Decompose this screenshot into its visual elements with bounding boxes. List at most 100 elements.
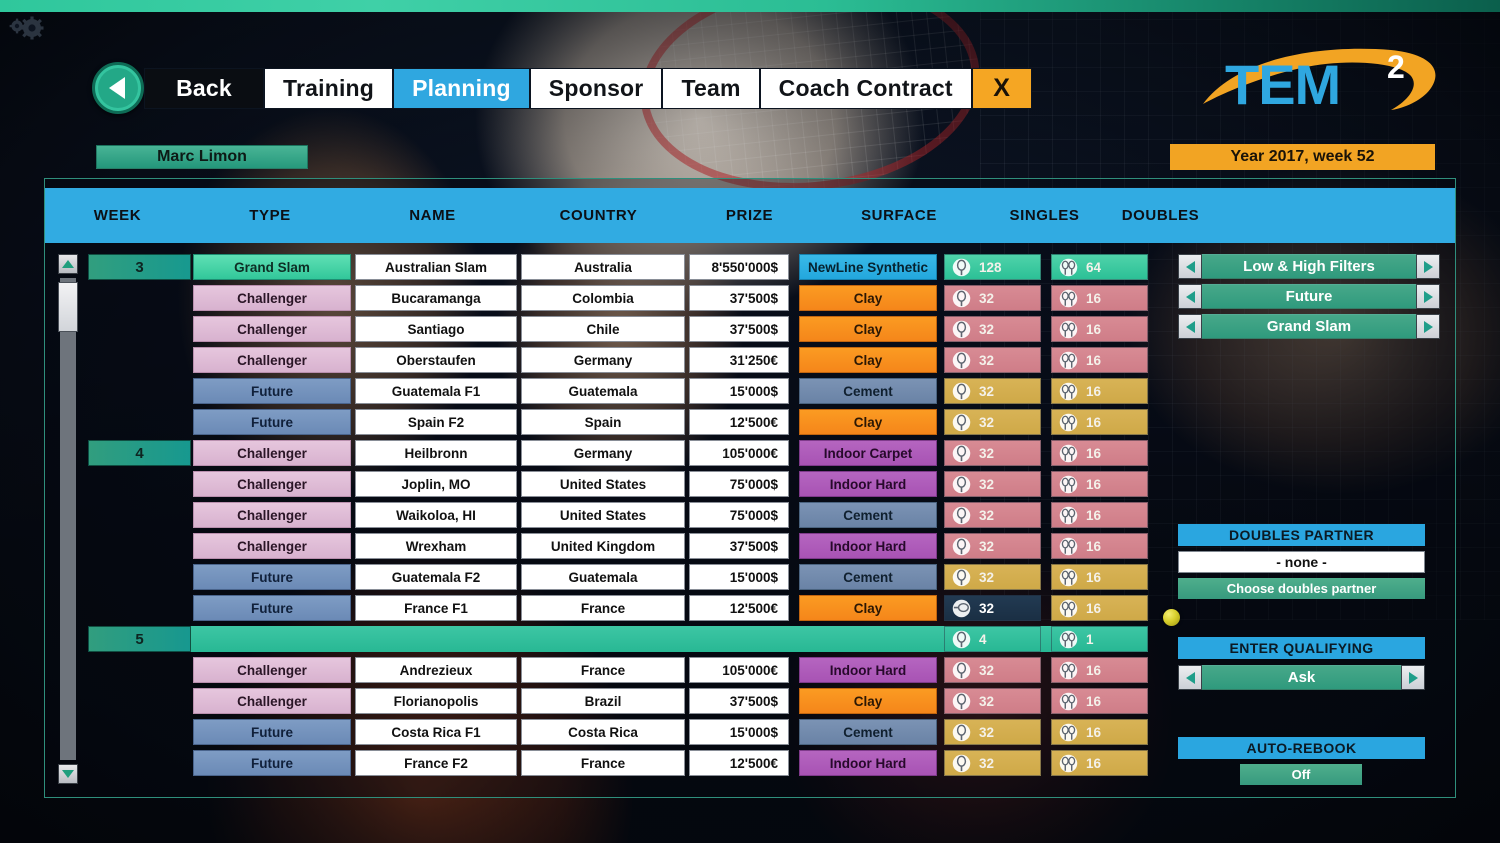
table-row[interactable]: Future Spain F2 Spain 12'500€ Clay 32 16 (88, 409, 1148, 435)
table-row[interactable]: Future Guatemala F1 Guatemala 15'000$ Cement… (88, 378, 1148, 404)
cell-name[interactable]: Florianopolis (355, 688, 517, 714)
table-row[interactable]: Future Guatemala F2 Guatemala 15'000$ Cement… (88, 564, 1148, 590)
tab-coach-contract[interactable]: Coach Contract (759, 68, 972, 109)
cell-type[interactable]: Challenger (193, 688, 351, 714)
cell-singles[interactable]: 32 (944, 719, 1041, 745)
tab-sponsor[interactable]: Sponsor (529, 68, 663, 109)
cell-name[interactable]: Heilbronn (355, 440, 517, 466)
cell-type[interactable]: Future (193, 595, 351, 621)
cell-singles[interactable]: 32 (944, 285, 1041, 311)
cell-singles[interactable]: 128 (944, 254, 1041, 280)
cell-type[interactable]: Grand Slam (193, 254, 351, 280)
cell-name[interactable]: Spain F2 (355, 409, 517, 435)
table-scrollbar[interactable] (58, 254, 78, 784)
table-row[interactable]: Challenger Florianopolis Brazil 37'500$ Clay… (88, 688, 1148, 714)
cell-name[interactable]: Oberstaufen (355, 347, 517, 373)
cell-doubles[interactable]: 16 (1051, 595, 1148, 621)
cell-doubles[interactable]: 16 (1051, 378, 1148, 404)
tab-team[interactable]: Team (662, 68, 760, 109)
cell-type[interactable]: Future (193, 750, 351, 776)
enter-qualifying-prev[interactable] (1178, 665, 1202, 690)
gears-icon[interactable] (8, 14, 48, 42)
cell-doubles[interactable]: 16 (1051, 440, 1148, 466)
scroll-down-button[interactable] (58, 764, 78, 784)
filter-low-high-next[interactable] (1416, 254, 1440, 279)
tab-planning[interactable]: Planning (393, 68, 530, 109)
doubles-partner-value[interactable]: - none - (1178, 551, 1425, 573)
cell-singles[interactable]: 32 (944, 750, 1041, 776)
scroll-up-button[interactable] (58, 254, 78, 274)
cell-doubles[interactable]: 16 (1051, 688, 1148, 714)
cell-singles[interactable]: 32 (944, 409, 1041, 435)
cell-name[interactable]: Costa Rica F1 (355, 719, 517, 745)
filter-low-high[interactable]: Low & High Filters (1178, 254, 1440, 279)
cell-type[interactable]: Challenger (193, 440, 351, 466)
cell-singles[interactable]: 32 (944, 347, 1041, 373)
cell-type[interactable]: Future (193, 564, 351, 590)
filter-grand-slam[interactable]: Grand Slam (1178, 314, 1440, 339)
cell-name[interactable]: Wrexham (355, 533, 517, 559)
cell-name[interactable]: Australian Slam (355, 254, 517, 280)
cell-singles[interactable]: 32 (944, 378, 1041, 404)
cell-doubles[interactable]: 16 (1051, 750, 1148, 776)
scrollbar-track[interactable] (60, 278, 76, 760)
cell-type[interactable]: Future (193, 719, 351, 745)
cell-doubles[interactable]: 16 (1051, 533, 1148, 559)
cell-doubles[interactable]: 16 (1051, 316, 1148, 342)
cell-singles[interactable]: 4 (944, 626, 1041, 652)
cell-doubles[interactable]: 16 (1051, 347, 1148, 373)
cell-name[interactable]: Joplin, MO (355, 471, 517, 497)
enter-qualifying-next[interactable] (1401, 665, 1425, 690)
choose-doubles-partner-button[interactable]: Choose doubles partner (1178, 578, 1425, 599)
cell-doubles[interactable]: 16 (1051, 285, 1148, 311)
table-row[interactable]: 4 Challenger Heilbronn Germany 105'000€ Indoo… (88, 440, 1148, 466)
nav-back[interactable]: Back (144, 68, 264, 109)
cell-doubles[interactable]: 16 (1051, 471, 1148, 497)
cell-singles[interactable]: 32 (944, 471, 1041, 497)
table-row[interactable]: Challenger Joplin, MO United States 75'000$… (88, 471, 1148, 497)
filter-grand-slam-prev[interactable] (1178, 314, 1202, 339)
table-row[interactable]: 3 Grand Slam Australian Slam Australia 8'550… (88, 254, 1148, 280)
table-row[interactable]: Challenger Andrezieux France 105'000€ Indoor… (88, 657, 1148, 683)
filter-future[interactable]: Future (1178, 284, 1440, 309)
cell-doubles[interactable]: 16 (1051, 719, 1148, 745)
cell-singles[interactable]: 32 (944, 502, 1041, 528)
cell-name[interactable]: France F1 (355, 595, 517, 621)
tab-training[interactable]: Training (264, 68, 394, 109)
filter-future-next[interactable] (1416, 284, 1440, 309)
table-row[interactable]: Future Costa Rica F1 Costa Rica 15'000$ Ceme… (88, 719, 1148, 745)
cell-doubles[interactable]: 16 (1051, 564, 1148, 590)
cell-doubles[interactable]: 16 (1051, 657, 1148, 683)
cell-name[interactable]: Guatemala F1 (355, 378, 517, 404)
cell-doubles[interactable]: 64 (1051, 254, 1148, 280)
close-button[interactable]: X (971, 68, 1032, 109)
cell-singles[interactable]: 32 (944, 595, 1041, 621)
cell-type[interactable]: Challenger (193, 347, 351, 373)
table-row[interactable]: Future France F1 France 12'500€ Clay 32 16 (88, 595, 1148, 621)
cell-singles[interactable]: 32 (944, 688, 1041, 714)
filter-grand-slam-next[interactable] (1416, 314, 1440, 339)
cell-name[interactable]: Bucaramanga (355, 285, 517, 311)
cell-singles[interactable]: 32 (944, 440, 1041, 466)
back-arrow-button[interactable] (92, 62, 144, 114)
auto-rebook-toggle[interactable]: Off (1240, 764, 1362, 785)
cell-type[interactable]: Challenger (193, 657, 351, 683)
cell-type[interactable]: Challenger (193, 285, 351, 311)
cell-type[interactable]: Challenger (193, 502, 351, 528)
cell-singles[interactable]: 32 (944, 564, 1041, 590)
enter-qualifying-selector[interactable]: Ask (1178, 665, 1425, 690)
cell-type[interactable]: Future (193, 409, 351, 435)
cell-type[interactable]: Challenger (193, 316, 351, 342)
table-row[interactable]: Future France F2 France 12'500€ Indoor Hard 3… (88, 750, 1148, 776)
cell-name[interactable]: Guatemala F2 (355, 564, 517, 590)
table-row[interactable]: Challenger Oberstaufen Germany 31'250€ Clay 3… (88, 347, 1148, 373)
cell-name[interactable]: France F2 (355, 750, 517, 776)
cell-doubles[interactable]: 1 (1051, 626, 1148, 652)
cell-doubles[interactable]: 16 (1051, 409, 1148, 435)
table-row[interactable]: Challenger Wrexham United Kingdom 37'500$ In… (88, 533, 1148, 559)
cell-name[interactable]: Santiago (355, 316, 517, 342)
filter-low-high-prev[interactable] (1178, 254, 1202, 279)
cell-singles[interactable]: 32 (944, 657, 1041, 683)
cell-doubles[interactable]: 16 (1051, 502, 1148, 528)
scrollbar-thumb[interactable] (58, 282, 78, 332)
